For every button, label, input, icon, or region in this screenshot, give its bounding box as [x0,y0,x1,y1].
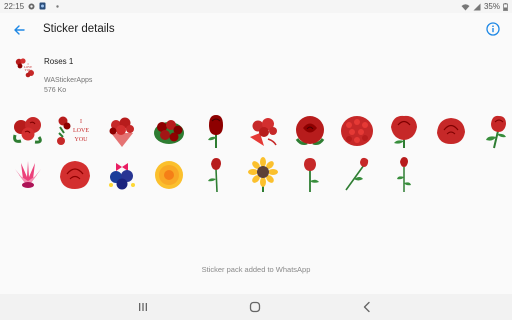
sticker-pink-lotus[interactable] [8,156,48,194]
pack-name: Roses 1 [44,57,74,66]
toast-message: Sticker pack added to WhatsApp [201,265,311,274]
svg-text:YOU: YOU [75,137,89,143]
sticker-single-rosebud[interactable] [196,112,236,150]
sticker-yellow-marigold[interactable] [149,156,189,194]
app-bar: Sticker details [0,13,512,47]
info-button[interactable] [486,22,502,38]
pack-publisher: WAStickerApps [44,77,93,84]
home-icon [249,301,261,313]
status-bar: 22:15 35% [0,0,512,13]
sticker-long-stem-rose[interactable] [337,156,377,194]
sticker-red-rose-large[interactable] [55,156,95,194]
sticker-sunflower[interactable] [243,156,283,194]
page-title: Sticker details [43,23,115,35]
recents-icon [139,303,147,311]
nav-back-button[interactable] [359,300,375,314]
svg-text:LOVE: LOVE [73,128,89,134]
back-button[interactable] [10,21,28,39]
arrow-back-icon [14,25,25,35]
home-button[interactable] [247,300,263,314]
pack-tray-icon: I LOVE YOU [14,57,36,79]
navigation-bar [0,294,512,320]
sticker-big-red-rose[interactable] [290,112,330,150]
battery-percent: 35% [483,2,500,11]
status-system-icons: 35% [461,2,508,11]
info-icon [486,22,500,36]
signal-icon [473,3,481,10]
dot-icon [56,4,59,8]
status-notification-icons [28,2,59,10]
nav-back-icon [363,301,370,313]
sticker-rosebud-stem[interactable] [384,156,424,194]
sticker-red-roses-bouquet[interactable] [8,112,48,150]
wifi-icon [461,3,470,10]
sticker-roses-gift-bouquet[interactable] [102,112,142,150]
sticker-red-rose-bloom[interactable] [384,112,424,150]
battery-icon [503,2,508,11]
sticker-dark-roses-bunch[interactable] [149,112,189,150]
svg-text:YOU: YOU [25,68,33,72]
sticker-red-rose-head[interactable] [431,112,471,150]
svg-text:I: I [80,119,82,125]
status-time: 22:15 [4,2,25,11]
sticker-rose-dome-bouquet[interactable] [337,112,377,150]
notification-icon [28,3,35,9]
sticker-single-rose-stem[interactable] [196,156,236,194]
app-icon [39,2,46,10]
sticker-rose-stem-leaf[interactable] [290,156,330,194]
sticker-rose-bouquet-ribbon[interactable] [243,112,283,150]
recents-button[interactable] [135,300,151,314]
pack-size: 576 Ko [44,87,67,94]
sticker-blue-roses-bow[interactable] [102,156,142,194]
sticker-rose-with-leaves[interactable] [478,112,512,150]
sticker-i-love-you-roses[interactable]: I LOVE YOU [55,112,95,150]
